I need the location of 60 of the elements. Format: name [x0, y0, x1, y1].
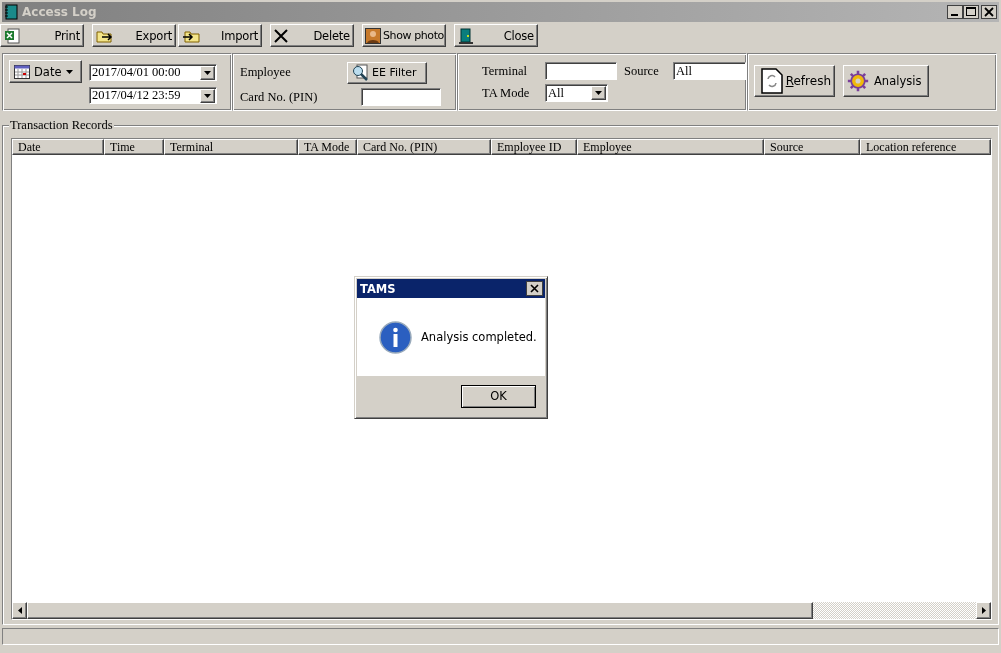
left-arrow-icon[interactable]	[17, 607, 22, 614]
ee-filter-button[interactable]: EE Filter	[347, 61, 427, 84]
terminal-input-field[interactable]	[545, 62, 617, 80]
right-arrow-icon[interactable]	[981, 607, 986, 614]
dropdown-button[interactable]	[200, 65, 215, 80]
dropdown-button[interactable]	[200, 88, 215, 103]
column-header[interactable]: Employee	[577, 139, 764, 155]
caret-icon	[65, 69, 73, 74]
terminal-label: Terminal	[482, 63, 528, 79]
toolbar-button[interactable]: Import	[178, 24, 262, 47]
column-header[interactable]: Location reference	[860, 139, 991, 155]
caret-icon	[204, 70, 211, 75]
caret-icon	[204, 93, 211, 98]
date-from-field[interactable]: 2017/04/01 00:00	[89, 64, 217, 81]
close-icon[interactable]	[981, 5, 997, 19]
column-header[interactable]: Source	[764, 139, 860, 155]
date-button[interactable]: Date	[9, 60, 82, 83]
analysis-button[interactable]: Analysis	[843, 65, 929, 97]
document-refresh-icon	[761, 68, 783, 94]
dropdown-button[interactable]	[591, 86, 606, 100]
column-header[interactable]: Date	[12, 139, 104, 155]
column-header[interactable]: Card No. (PIN)	[357, 139, 491, 155]
gear-icon	[847, 70, 869, 92]
toolbar-button[interactable]: Print	[0, 24, 84, 47]
info-icon	[379, 320, 412, 354]
ok-button[interactable]: OK	[461, 384, 536, 408]
card-label: Card No. (PIN)	[240, 89, 319, 105]
folder-arrow-icon	[182, 28, 200, 43]
refresh-button[interactable]: Refresh	[754, 65, 835, 97]
ta-mode-label: TA Mode	[482, 85, 531, 101]
window-title: Access Log	[22, 5, 98, 19]
column-header[interactable]: TA Mode	[298, 139, 357, 155]
maximize-icon[interactable]	[963, 5, 979, 19]
toolbar-button[interactable]: Show photo	[362, 24, 446, 47]
magnifier-icon	[351, 63, 369, 82]
calendar-icon	[14, 64, 30, 79]
folder-arrow-icon	[96, 28, 114, 43]
source-field[interactable]: All	[673, 62, 746, 80]
employee-label: Employee	[240, 65, 292, 80]
notebook-icon	[4, 4, 18, 20]
caret-icon	[595, 91, 602, 95]
column-header[interactable]: Terminal	[164, 139, 298, 155]
source-label: Source	[624, 63, 660, 79]
minimize-icon[interactable]	[947, 5, 963, 19]
ta-mode-dropdown[interactable]: All	[545, 84, 608, 102]
dialog-message: Analysis completed.	[421, 330, 537, 344]
person-photo-icon	[365, 27, 381, 44]
toolbar-button[interactable]: Export	[92, 24, 176, 47]
column-header[interactable]: Time	[104, 139, 164, 155]
horizontal-scrollbar[interactable]	[12, 602, 991, 619]
card-input-field[interactable]	[361, 88, 441, 106]
close-icon[interactable]	[526, 281, 543, 296]
door-icon	[458, 27, 474, 44]
toolbar-button[interactable]: Delete	[270, 24, 354, 47]
toolbar-button[interactable]: Close	[454, 24, 538, 47]
date-to-field[interactable]: 2017/04/12 23:59	[89, 87, 217, 104]
spreadsheet-icon	[4, 27, 20, 44]
dialog-title: TAMS	[360, 281, 396, 296]
cross-icon	[274, 28, 288, 43]
column-header[interactable]: Employee ID	[491, 139, 577, 155]
